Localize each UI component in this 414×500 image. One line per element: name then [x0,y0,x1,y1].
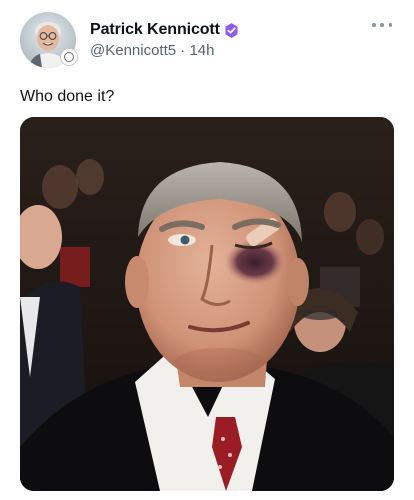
author-handle-row: @Kennicott5 · 14h [90,42,215,59]
author-display-name[interactable]: Patrick Kennicott [90,21,220,39]
more-dots-icon[interactable] [372,20,392,30]
more-dot [380,23,384,27]
more-dot [372,23,376,27]
tweet-text: Who done it? [20,88,115,105]
avatar-badge-icon [60,48,78,66]
post-timestamp[interactable]: 14h [189,42,214,59]
photo-image-icon [20,117,394,491]
tweet-card[interactable]: Patrick Kennicott @Kennicott5 · 14h Who … [0,0,414,500]
tweet-media-photo[interactable] [20,117,394,491]
author-handle[interactable]: @Kennicott5 [90,42,176,59]
more-dot [388,23,392,27]
verified-badge-icon[interactable] [223,22,240,39]
author-name-row[interactable]: Patrick Kennicott [90,19,240,41]
